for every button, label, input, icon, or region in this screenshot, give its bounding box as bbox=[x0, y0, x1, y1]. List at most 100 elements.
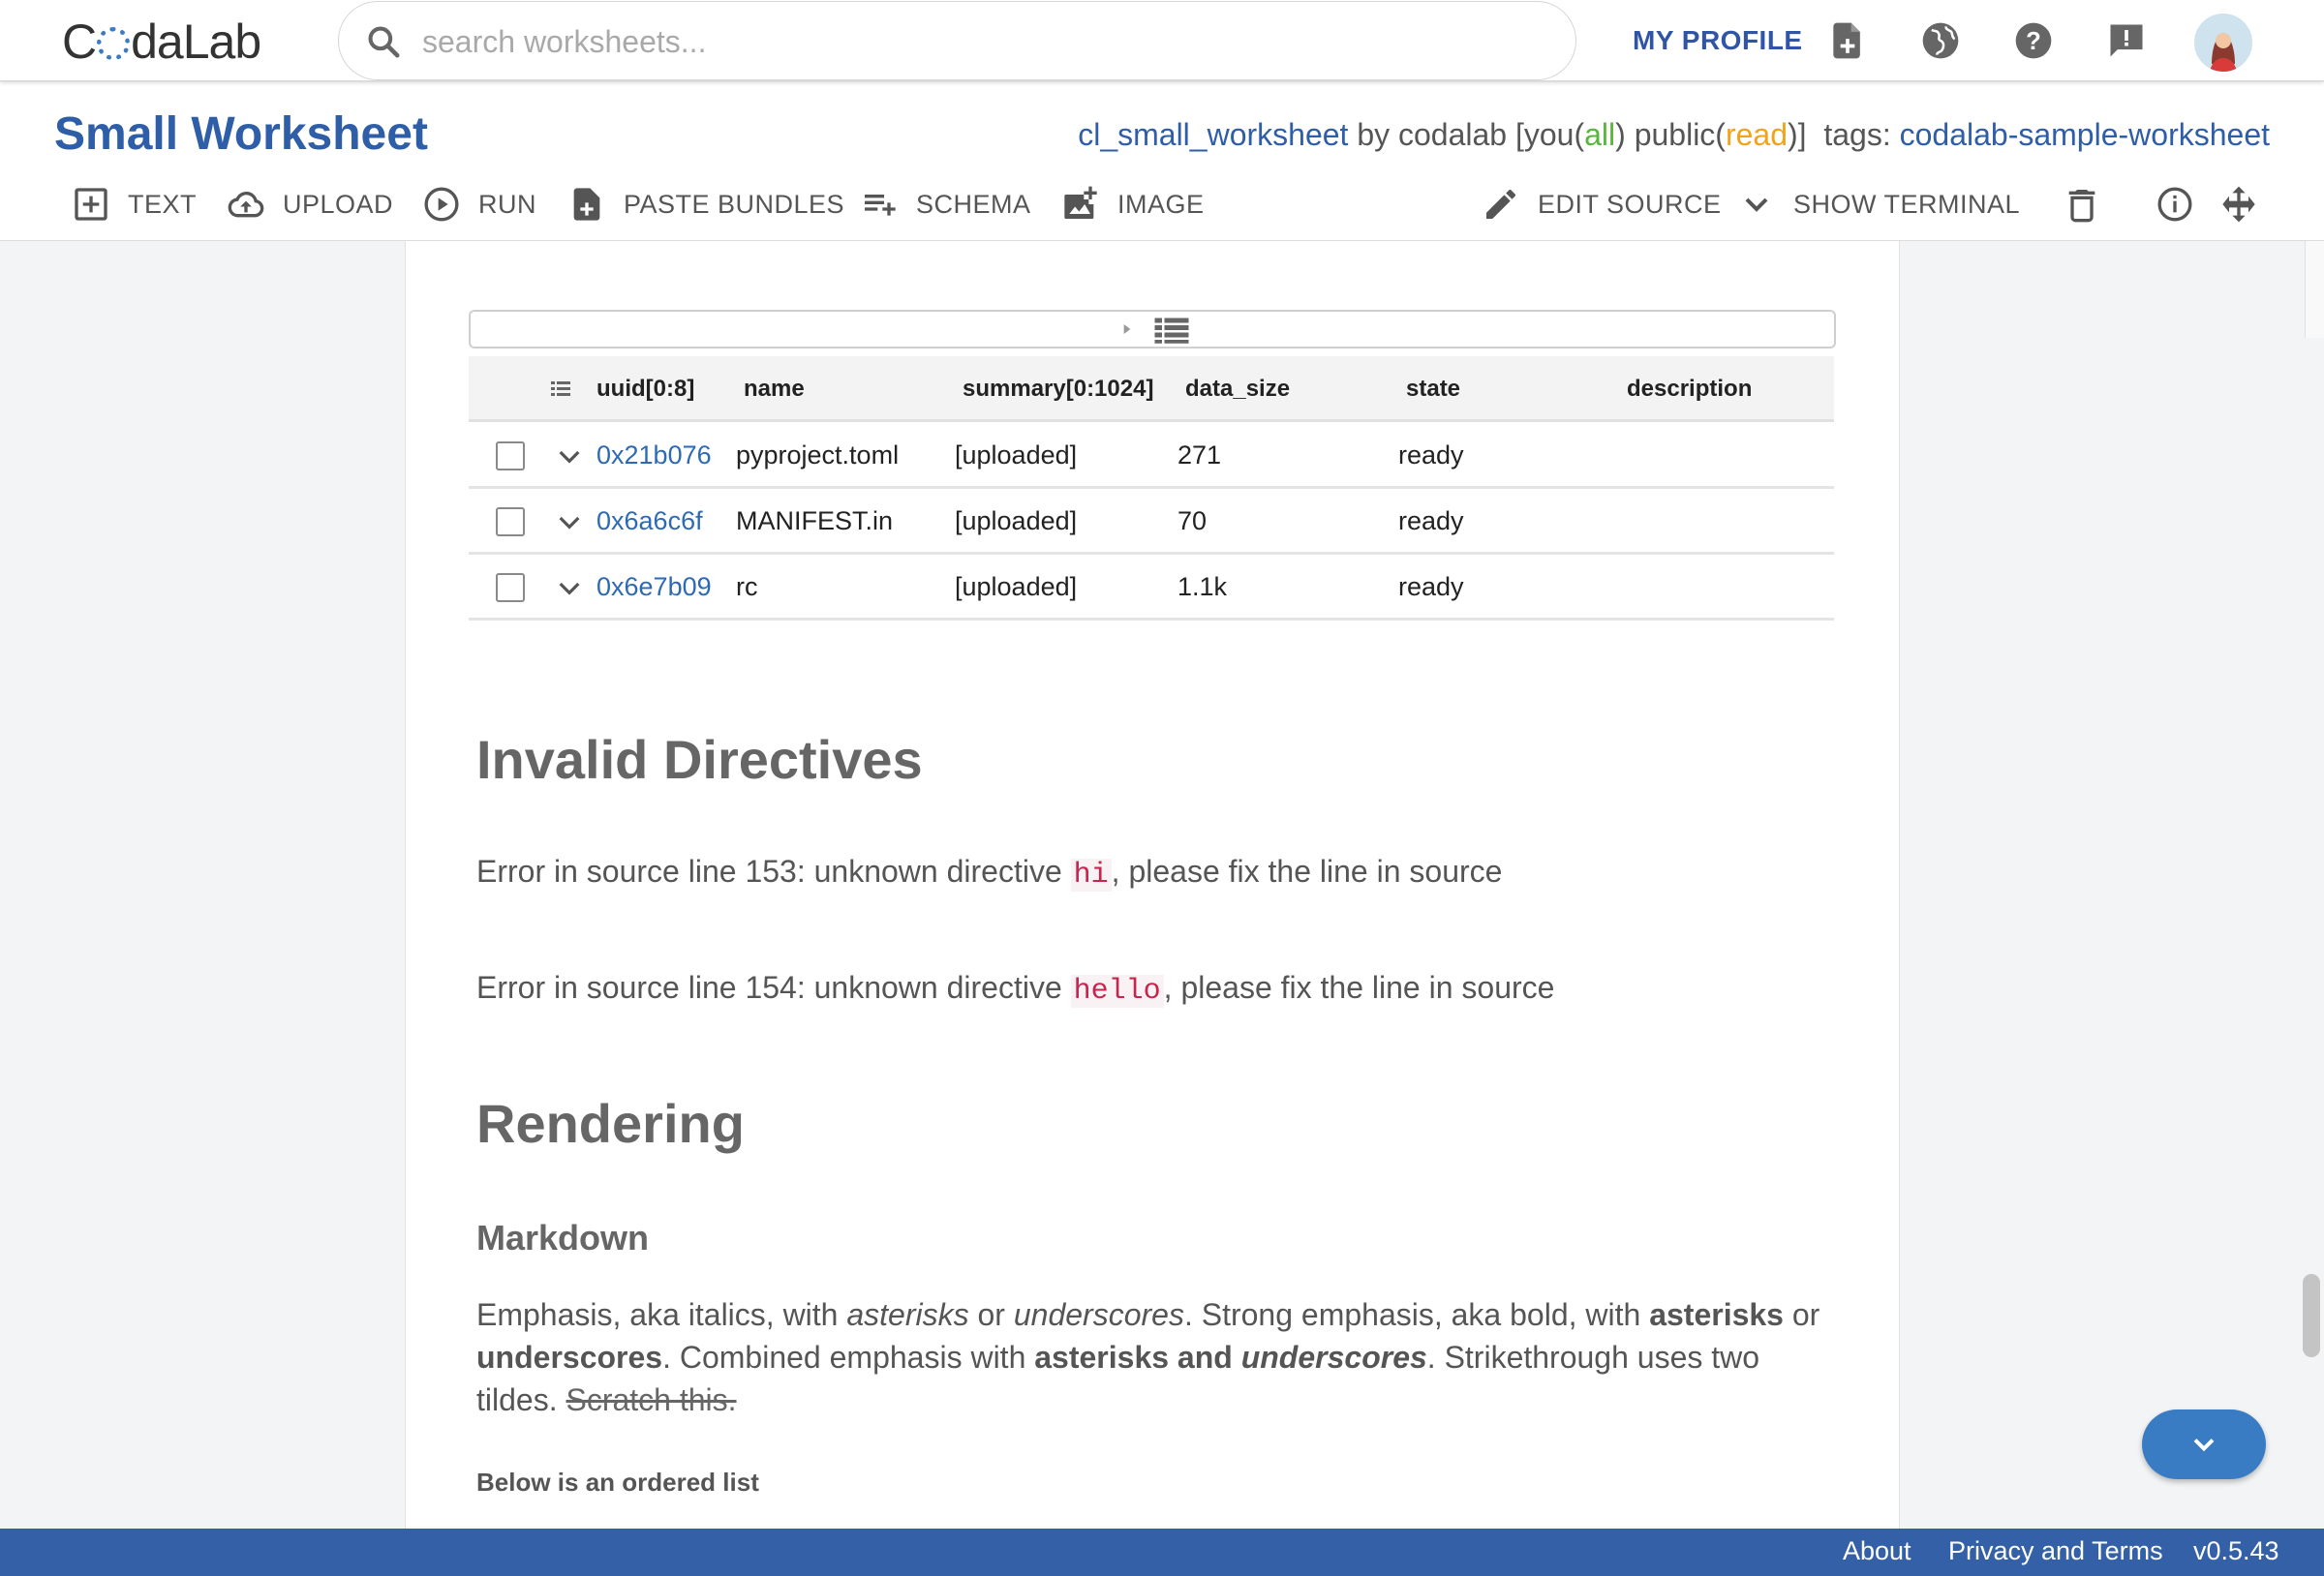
bold-text: asterisks and bbox=[1034, 1340, 1241, 1375]
table-display-toggle[interactable] bbox=[469, 310, 1836, 349]
text: or bbox=[1783, 1297, 1820, 1332]
error-line-154: Error in source line 154: unknown direct… bbox=[476, 970, 1554, 1008]
public-permission[interactable]: read bbox=[1726, 117, 1788, 152]
text-button[interactable]: TEXT bbox=[72, 183, 197, 226]
info-icon bbox=[2157, 187, 2192, 222]
text: or bbox=[968, 1297, 1014, 1332]
image-button[interactable]: IMAGE bbox=[1061, 183, 1205, 226]
trash-icon bbox=[2068, 190, 2095, 223]
delete-worksheet-button[interactable] bbox=[2063, 183, 2119, 226]
footer: About Privacy and Terms v0.5.43 bbox=[0, 1529, 2324, 1576]
worksheet-header: Small Worksheet cl_small_worksheet by co… bbox=[0, 82, 2324, 241]
worksheet-title[interactable]: Small Worksheet bbox=[54, 107, 428, 161]
paste-bundles-label: PASTE BUNDLES bbox=[624, 189, 845, 219]
list-view-icon bbox=[1154, 318, 1189, 344]
bundle-uuid-link[interactable]: 0x21b076 bbox=[596, 440, 712, 470]
search-icon bbox=[368, 26, 400, 58]
markdown-heading: Markdown bbox=[476, 1218, 650, 1258]
logo-c: C bbox=[62, 15, 97, 69]
info-button[interactable] bbox=[2156, 183, 2212, 226]
edit-source-button[interactable]: EDIT SOURCE bbox=[1482, 183, 1722, 226]
bundle-data-size: 1.1k bbox=[1177, 572, 1228, 601]
chevron-down-icon[interactable] bbox=[554, 440, 585, 471]
add-photo-icon bbox=[1064, 186, 1097, 219]
run-button-label: RUN bbox=[478, 189, 536, 219]
you-permission[interactable]: all bbox=[1584, 117, 1615, 152]
text: Emphasis, aka italics, with bbox=[476, 1297, 847, 1332]
col-header-uuid[interactable]: uuid[0:8] bbox=[596, 376, 694, 403]
tags-label: )] tags: bbox=[1788, 117, 1900, 152]
upload-button-label: UPLOAD bbox=[283, 189, 394, 219]
version-label: v0.5.43 bbox=[2193, 1536, 2279, 1565]
my-profile-link[interactable]: MY PROFILE bbox=[1633, 25, 1803, 56]
avatar-image bbox=[2194, 14, 2252, 72]
about-link[interactable]: About bbox=[1843, 1536, 1911, 1566]
feedback-icon[interactable] bbox=[2105, 19, 2148, 62]
col-header-state[interactable]: state bbox=[1406, 376, 1460, 403]
chevron-down-icon[interactable] bbox=[554, 506, 585, 537]
add-box-icon bbox=[75, 188, 107, 221]
play-circle-icon bbox=[424, 187, 459, 222]
avatar[interactable] bbox=[2194, 14, 2252, 72]
edit-source-label: EDIT SOURCE bbox=[1538, 189, 1722, 219]
run-button[interactable]: RUN bbox=[422, 183, 536, 226]
codalab-logo[interactable]: CdaLab bbox=[62, 14, 261, 70]
show-terminal-button[interactable]: SHOW TERMINAL bbox=[1737, 183, 2020, 226]
col-header-description[interactable]: description bbox=[1627, 376, 1752, 403]
col-header-data-size[interactable]: data_size bbox=[1185, 376, 1290, 403]
chevron-down-icon[interactable] bbox=[554, 572, 585, 603]
text: . Combined emphasis with bbox=[662, 1340, 1035, 1375]
new-worksheet-icon[interactable] bbox=[1826, 19, 1869, 62]
directive-code: hi bbox=[1070, 859, 1112, 892]
play-arrow-icon bbox=[1123, 324, 1131, 334]
schema-list-icon[interactable] bbox=[548, 378, 573, 401]
bundle-state: ready bbox=[1398, 440, 1464, 470]
table-header: uuid[0:8] name summary[0:1024] data_size… bbox=[469, 356, 1834, 422]
bold-italic-text: underscores bbox=[1240, 1340, 1427, 1375]
bundle-uuid-link[interactable]: 0x6e7b09 bbox=[596, 572, 712, 602]
expand-layout-button[interactable] bbox=[2219, 183, 2276, 226]
bundle-data-size: 271 bbox=[1177, 440, 1222, 470]
bundle-name: MANIFEST.in bbox=[736, 506, 894, 535]
chevron-down-icon bbox=[2193, 1439, 2215, 1452]
error-text: , please fix the line in source bbox=[1163, 970, 1555, 1005]
bundle-uuid-link[interactable]: 0x6a6c6f bbox=[596, 506, 703, 536]
bundle-state: ready bbox=[1398, 572, 1464, 601]
bundle-state: ready bbox=[1398, 506, 1464, 535]
upload-button[interactable]: UPLOAD bbox=[227, 183, 393, 226]
table-row[interactable]: 0x6e7b09 rc [uploaded] 1.1k ready bbox=[469, 555, 1834, 621]
directive-code: hello bbox=[1070, 975, 1164, 1008]
bundle-name: rc bbox=[736, 572, 758, 601]
row-checkbox[interactable] bbox=[496, 441, 525, 470]
error-text: , please fix the line in source bbox=[1111, 854, 1503, 889]
ordered-list-label: Below is an ordered list bbox=[476, 1468, 759, 1497]
help-icon[interactable]: ? bbox=[2012, 19, 2055, 62]
schema-button-label: SCHEMA bbox=[916, 189, 1031, 219]
error-text: Error in source line 154: unknown direct… bbox=[476, 970, 1071, 1005]
table-row[interactable]: 0x6a6c6f MANIFEST.in [uploaded] 70 ready bbox=[469, 489, 1834, 555]
worksheet-owner: by codalab [you( bbox=[1348, 117, 1585, 152]
search-input[interactable] bbox=[422, 19, 1536, 64]
top-navbar: CdaLab MY PROFILE ? bbox=[0, 0, 2324, 81]
page-scrollbar[interactable] bbox=[2303, 1274, 2320, 1357]
col-header-name[interactable]: name bbox=[744, 376, 805, 403]
edit-pencil-icon bbox=[1486, 189, 1516, 219]
worksheet-name[interactable]: cl_small_worksheet bbox=[1078, 117, 1348, 152]
search-bar[interactable] bbox=[338, 1, 1576, 80]
italic-text: underscores bbox=[1013, 1297, 1184, 1332]
row-checkbox[interactable] bbox=[496, 573, 525, 602]
logo-o-mark bbox=[97, 27, 131, 60]
public-icon[interactable] bbox=[1919, 19, 1962, 62]
col-header-summary[interactable]: summary[0:1024] bbox=[963, 376, 1153, 403]
paste-bundles-button[interactable]: PASTE BUNDLES bbox=[567, 183, 844, 226]
row-checkbox[interactable] bbox=[496, 507, 525, 536]
bundle-summary: [uploaded] bbox=[955, 572, 1078, 601]
worksheet-tag[interactable]: codalab-sample-worksheet bbox=[1900, 117, 2270, 152]
bundle-summary: [uploaded] bbox=[955, 440, 1078, 470]
schema-button[interactable]: SCHEMA bbox=[860, 183, 1031, 226]
table-row[interactable]: 0x21b076 pyproject.toml [uploaded] 271 r… bbox=[469, 423, 1834, 489]
playlist-add-icon bbox=[865, 195, 896, 216]
privacy-terms-link[interactable]: Privacy and Terms bbox=[1948, 1536, 2163, 1566]
scroll-down-button[interactable] bbox=[2142, 1409, 2266, 1479]
bundle-summary: [uploaded] bbox=[955, 506, 1078, 535]
